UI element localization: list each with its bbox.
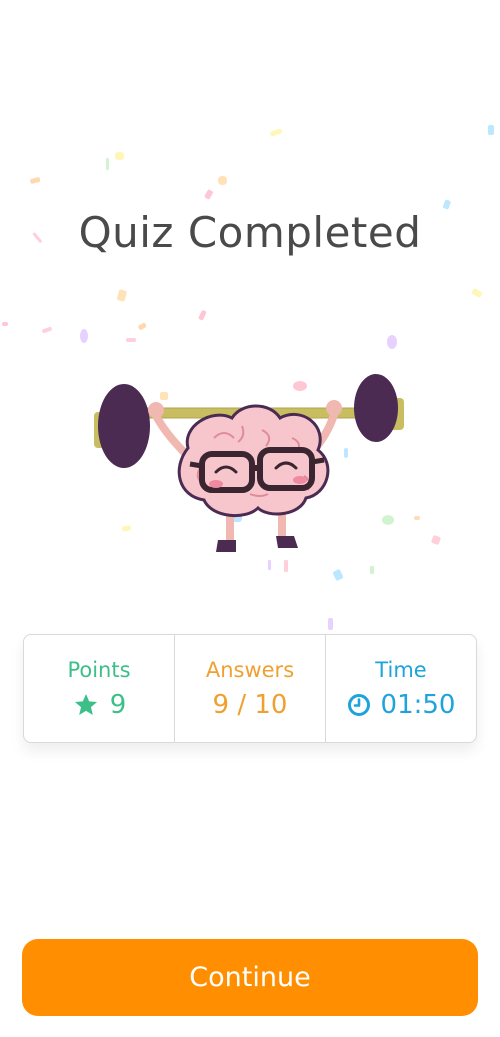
answers-value-row: 9 / 10 [213,690,288,720]
continue-button[interactable]: Continue [22,939,478,1016]
clock-icon [347,693,370,716]
points-label: Points [67,657,131,682]
answers-value: 9 / 10 [212,689,288,720]
continue-button-label: Continue [189,962,311,993]
time-value: 01:50 [380,689,456,720]
points-stat: Points 9 [24,635,174,742]
weightlifting-brain-icon [94,374,404,552]
points-value-row: 9 [72,689,127,720]
time-stat: Time 01:50 [325,635,476,742]
answers-stat: Answers 9 / 10 [174,635,325,742]
star-icon [74,693,97,715]
answers-label: Answers [205,657,295,682]
time-value-row: 01:50 [347,689,456,720]
stats-card: Points 9 Answers 9 / 10 Time 01:50 [23,634,477,743]
page-title: Quiz Completed [78,208,422,257]
points-value: 9 [109,689,127,720]
time-label: Time [375,657,427,682]
